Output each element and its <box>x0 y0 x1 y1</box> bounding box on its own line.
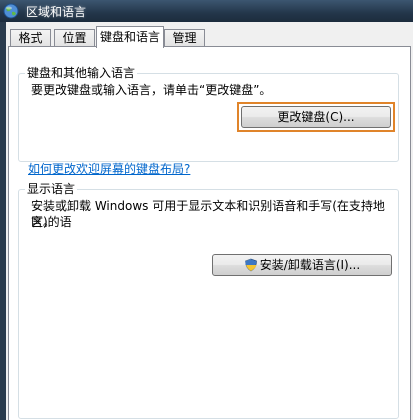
uac-shield-icon <box>244 258 257 271</box>
title-bar[interactable]: 区域和语言 <box>0 0 413 22</box>
display-language-description-line2: 言。 <box>31 215 56 229</box>
dialog-client-area: 格式 位置 键盘和语言 管理 键盘和其他输入语言 要更改键盘或输入语言，请单击“… <box>6 22 413 420</box>
display-language-group-title: 显示语言 <box>25 182 78 196</box>
display-language-group: 显示语言 安装或卸载 Windows 可用于显示文本和识别语音和手写(在支持地区… <box>18 182 399 419</box>
change-keyboards-button[interactable]: 更改键盘(C)... <box>241 106 391 128</box>
tab-page-keyboards-languages: 键盘和其他输入语言 要更改键盘或输入语言，请单击“更改键盘”。 更改键盘(C).… <box>8 46 411 420</box>
welcome-screen-keyboard-link[interactable]: 如何更改欢迎屏幕的键盘布局? <box>28 160 190 177</box>
tab-keyboards-languages[interactable]: 键盘和语言 <box>96 26 164 48</box>
keyboards-group-title: 键盘和其他输入语言 <box>25 66 138 80</box>
globe-icon <box>3 3 19 19</box>
display-language-description-line1: 安装或卸载 Windows 可用于显示文本和识别语音和手写(在支持地区)的语 <box>31 199 385 229</box>
tab-format[interactable]: 格式 <box>10 29 51 47</box>
tab-administrative[interactable]: 管理 <box>164 29 205 47</box>
install-uninstall-languages-label: 安装/卸载语言(I)... <box>259 258 361 272</box>
tab-location[interactable]: 位置 <box>54 29 95 47</box>
window-title: 区域和语言 <box>26 5 87 19</box>
keyboards-group: 键盘和其他输入语言 要更改键盘或输入语言，请单击“更改键盘”。 更改键盘(C).… <box>18 66 399 162</box>
region-language-dialog: 区域和语言 格式 位置 键盘和语言 管理 键盘和其他输入语言 要更改键盘或输入语… <box>0 0 413 420</box>
keyboards-description: 要更改键盘或输入语言，请单击“更改键盘”。 <box>31 83 272 97</box>
install-uninstall-languages-button[interactable]: 安装/卸载语言(I)... <box>212 254 392 276</box>
